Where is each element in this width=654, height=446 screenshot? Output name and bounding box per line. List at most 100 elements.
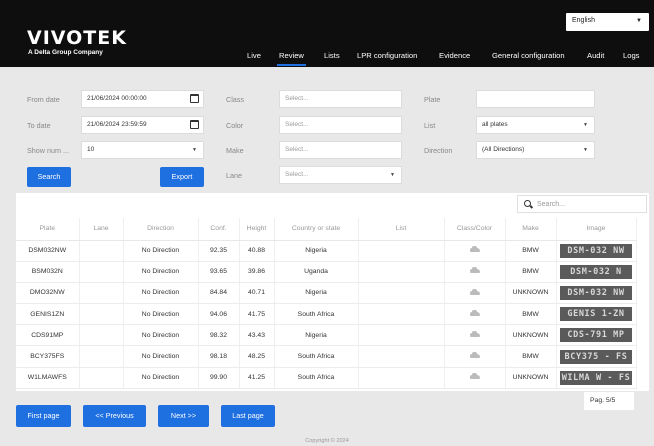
- cell-image[interactable]: DSM-032 NW: [556, 282, 637, 305]
- vivotek-logo: VIVOTEK: [27, 27, 127, 49]
- car-icon: [469, 331, 480, 338]
- cell-image[interactable]: BCY375 - FS: [556, 345, 637, 368]
- nav-general-configuration[interactable]: General configuration: [492, 51, 565, 60]
- col-header-make[interactable]: Make: [505, 218, 557, 241]
- nav-evidence[interactable]: Evidence: [439, 51, 470, 60]
- cell-direction: No Direction: [123, 367, 199, 389]
- col-header-lane[interactable]: Lane: [79, 218, 124, 241]
- col-header-class-color[interactable]: Class/Color: [444, 218, 506, 241]
- cell-class-color: [444, 282, 506, 305]
- cell-image[interactable]: WILMA W - FS: [556, 367, 637, 389]
- to-date-label: To date: [27, 121, 51, 130]
- last-page-button[interactable]: Last page: [221, 405, 275, 427]
- col-header-direction[interactable]: Direction: [123, 218, 199, 241]
- nav-audit[interactable]: Audit: [587, 51, 604, 60]
- plate-image[interactable]: WILMA W - FS: [560, 370, 632, 385]
- cell-make: BMW: [505, 240, 557, 262]
- cell-image[interactable]: GENIS 1-ZN: [556, 303, 637, 326]
- chevron-down-icon: ▼: [583, 122, 588, 128]
- calendar-icon[interactable]: [190, 120, 199, 129]
- cell-direction: No Direction: [123, 303, 199, 326]
- nav-lists[interactable]: Lists: [324, 51, 340, 60]
- make-select[interactable]: Select...: [279, 141, 402, 159]
- table-search-input[interactable]: Search...: [517, 195, 647, 213]
- cell-image[interactable]: DSM-032 NW: [556, 240, 637, 262]
- first-page-button[interactable]: First page: [16, 405, 71, 427]
- cell-height: 41.25: [239, 367, 275, 389]
- class-select[interactable]: Select...: [279, 90, 402, 108]
- col-header-height[interactable]: Height: [239, 218, 275, 241]
- table-row[interactable]: BCY375FS No Direction 98.18 48.25 South …: [16, 345, 637, 368]
- nav-review[interactable]: Review: [277, 51, 306, 66]
- cell-conf: 98.18: [198, 345, 240, 368]
- cell-make: UNKNOWN: [505, 367, 557, 389]
- cell-height: 39.86: [239, 261, 275, 283]
- language-value: English: [572, 17, 595, 24]
- cell-list: [358, 240, 445, 262]
- plate-image[interactable]: GENIS 1-ZN: [560, 307, 632, 322]
- nav-live[interactable]: Live: [247, 51, 261, 60]
- cell-image[interactable]: CDS-791 MP: [556, 324, 637, 347]
- page-indicator: Pag. 5/5: [584, 392, 634, 410]
- col-header-country[interactable]: Country or state: [274, 218, 359, 241]
- chevron-down-icon: ▼: [390, 172, 395, 178]
- from-date-input[interactable]: 21/06/2024 00:00:00: [81, 90, 204, 108]
- plate-image[interactable]: BCY375 - FS: [560, 349, 632, 364]
- lane-select[interactable]: Select... ▼: [279, 166, 402, 184]
- cell-conf: 94.06: [198, 303, 240, 326]
- plate-image[interactable]: DSM-032 N: [560, 264, 632, 279]
- cell-height: 40.88: [239, 240, 275, 262]
- table-row[interactable]: GENIS1ZN No Direction 94.06 41.75 South …: [16, 303, 637, 326]
- export-button[interactable]: Export: [160, 167, 204, 187]
- cell-class-color: [444, 303, 506, 326]
- nav-logs[interactable]: Logs: [623, 51, 639, 60]
- cell-class-color: [444, 240, 506, 262]
- to-date-input[interactable]: 21/06/2024 23:59:59: [81, 116, 204, 134]
- list-value: all plates: [482, 121, 508, 128]
- cell-plate: DMO32NW: [16, 282, 80, 305]
- list-label: List: [424, 121, 436, 130]
- previous-page-button[interactable]: << Previous: [83, 405, 146, 427]
- car-icon: [469, 373, 480, 380]
- table-row[interactable]: DSM032NW No Direction 92.35 40.88 Nigeri…: [16, 240, 637, 262]
- table-row[interactable]: CDS91MP No Direction 98.32 43.43 Nigeria…: [16, 324, 637, 347]
- cell-image[interactable]: DSM-032 N: [556, 261, 637, 283]
- cell-make: BMW: [505, 303, 557, 326]
- direction-select[interactable]: (All Directions) ▼: [476, 141, 595, 159]
- cell-direction: No Direction: [123, 240, 199, 262]
- results-table: Plate Lane Direction Conf. Height Countr…: [16, 218, 637, 389]
- cell-list: [358, 303, 445, 326]
- plate-image[interactable]: DSM-032 NW: [560, 285, 632, 300]
- col-header-list[interactable]: List: [358, 218, 445, 241]
- plate-image[interactable]: CDS-791 MP: [560, 328, 632, 343]
- table-row[interactable]: W1LMAWFS No Direction 99.90 41.25 South …: [16, 367, 637, 389]
- show-num-select[interactable]: 10 ▼: [81, 141, 204, 159]
- cell-lane: [79, 240, 124, 262]
- col-header-plate[interactable]: Plate: [16, 218, 80, 241]
- next-page-button[interactable]: Next >>: [158, 405, 209, 427]
- cell-list: [358, 282, 445, 305]
- table-row[interactable]: DMO32NW No Direction 84.84 40.71 Nigeria…: [16, 282, 637, 305]
- list-select[interactable]: all plates ▼: [476, 116, 595, 134]
- calendar-icon[interactable]: [190, 94, 199, 103]
- search-button[interactable]: Search: [27, 167, 71, 187]
- chevron-down-icon: ▼: [636, 18, 642, 24]
- nav-lpr-configuration[interactable]: LPR configuration: [357, 51, 417, 60]
- table-search-placeholder: Search...: [537, 201, 566, 208]
- color-select[interactable]: Select...: [279, 116, 402, 134]
- language-select[interactable]: English ▼: [566, 13, 649, 31]
- col-header-conf[interactable]: Conf.: [198, 218, 240, 241]
- cell-height: 43.43: [239, 324, 275, 347]
- table-row[interactable]: BSM032N No Direction 93.65 39.86 Uganda …: [16, 261, 637, 283]
- color-label: Color: [226, 121, 244, 130]
- cell-lane: [79, 303, 124, 326]
- to-date-value: 21/06/2024 23:59:59: [87, 121, 147, 128]
- cell-direction: No Direction: [123, 282, 199, 305]
- cell-direction: No Direction: [123, 324, 199, 347]
- cell-lane: [79, 324, 124, 347]
- cell-conf: 93.65: [198, 261, 240, 283]
- plate-image[interactable]: DSM-032 NW: [560, 243, 632, 258]
- plate-input[interactable]: [476, 90, 595, 108]
- car-icon: [469, 267, 480, 274]
- cell-direction: No Direction: [123, 261, 199, 283]
